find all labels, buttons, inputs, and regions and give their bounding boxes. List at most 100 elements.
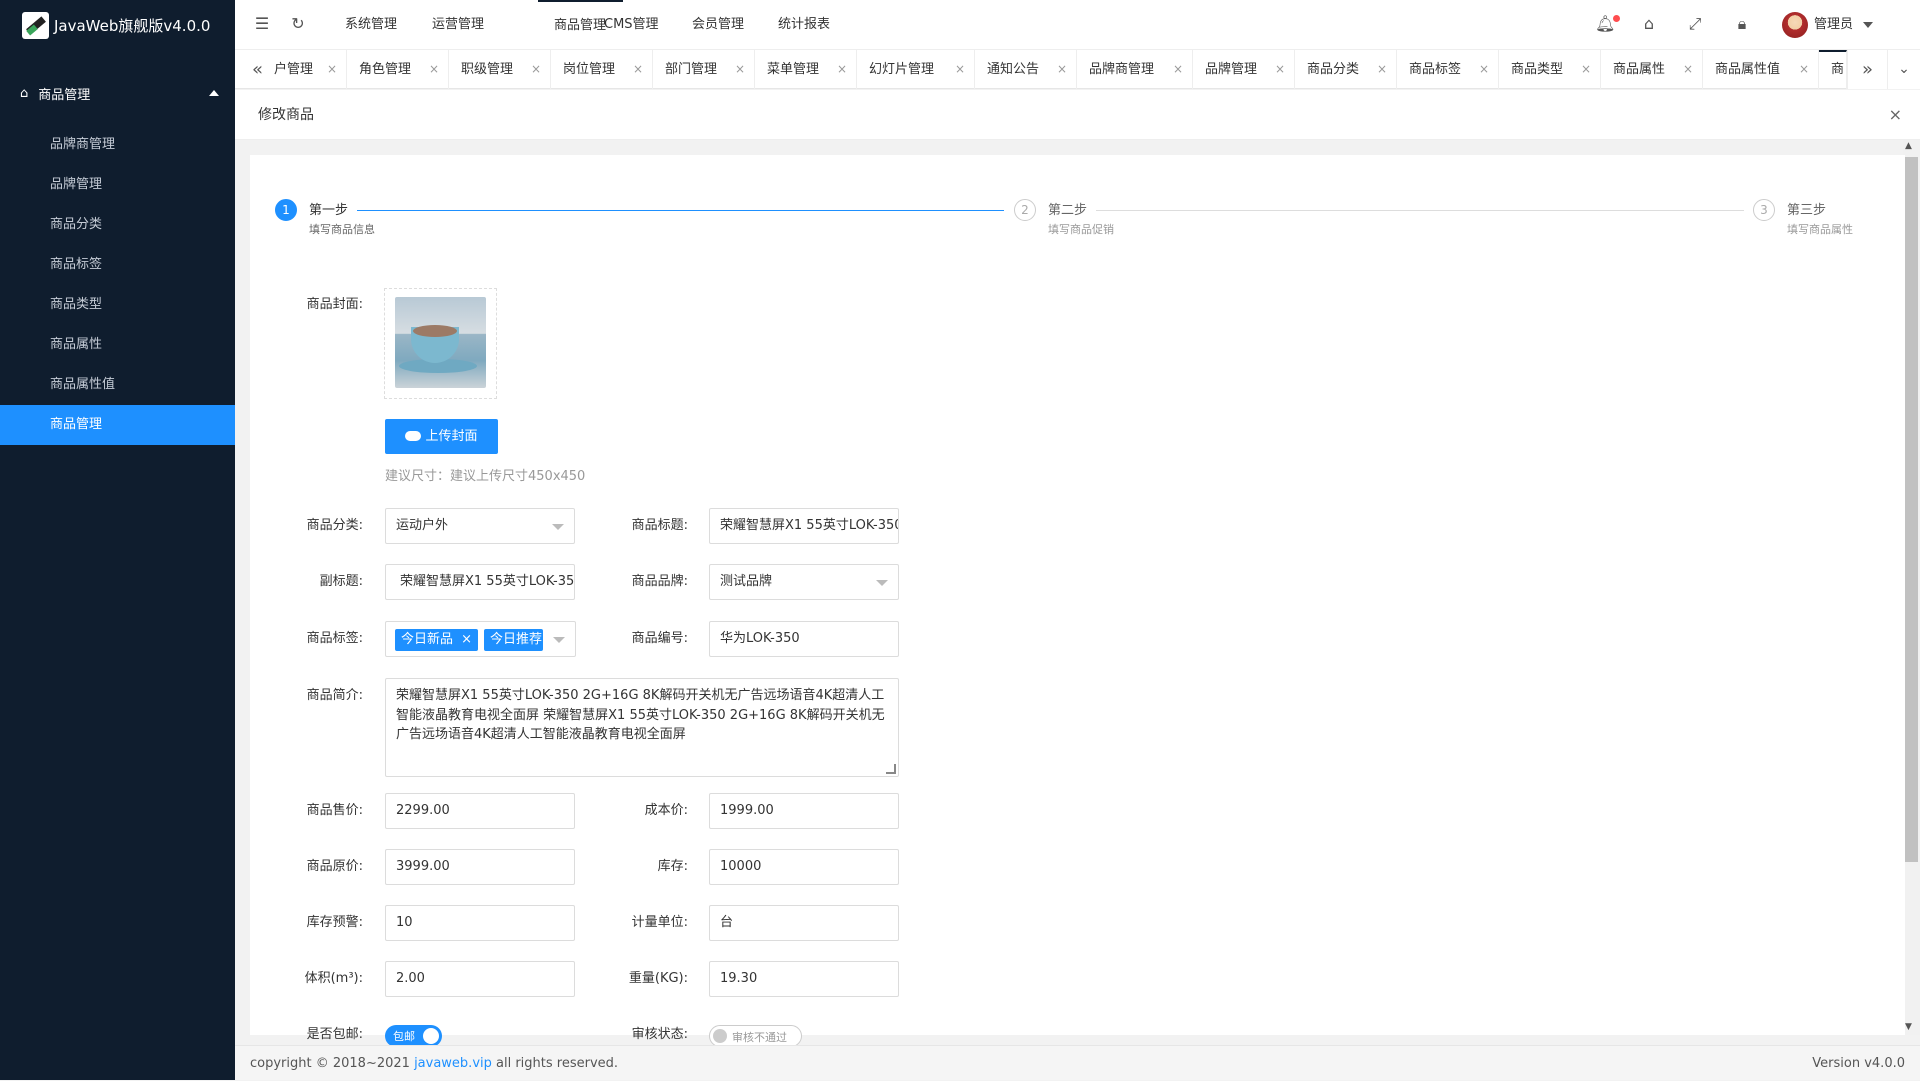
tab-notice[interactable]: 通知公告 ×: [975, 50, 1077, 89]
chevron-down-icon[interactable]: [1863, 22, 1873, 28]
chevron-down-icon: [553, 637, 565, 643]
tab-category[interactable]: 商品分类 ×: [1295, 50, 1397, 89]
content-bottom-edge: [235, 1035, 1903, 1045]
close-icon[interactable]: ×: [1581, 50, 1591, 89]
avatar[interactable]: [1782, 12, 1808, 38]
sidebar-item-tag[interactable]: 商品标签: [0, 245, 235, 285]
unit-field[interactable]: 台: [709, 905, 899, 941]
step-3-desc: 填写商品属性: [1787, 223, 1853, 236]
original-price-field[interactable]: 3999.00: [385, 849, 575, 885]
code-field[interactable]: 华为LOK-350: [709, 621, 899, 657]
close-icon[interactable]: ×: [1479, 50, 1489, 89]
title-field[interactable]: 荣耀智慧屏X1 55英寸LOK-350: [709, 508, 899, 544]
sidebar-item-brand[interactable]: 品牌管理: [0, 165, 235, 205]
close-icon[interactable]: ×: [327, 50, 337, 89]
sidebar-group-header[interactable]: ⌂ 商品管理: [0, 76, 235, 110]
cloud-upload-icon: [405, 431, 422, 441]
tab-role-mgmt[interactable]: 角色管理 ×: [347, 50, 449, 89]
close-icon[interactable]: ×: [461, 632, 472, 647]
close-icon[interactable]: ×: [633, 50, 643, 89]
tabs-scroll-right-icon[interactable]: »: [1847, 50, 1887, 89]
brand-select[interactable]: 测试品牌: [709, 564, 899, 600]
close-icon[interactable]: ×: [735, 50, 745, 89]
fullscreen-icon[interactable]: ⤢: [1685, 14, 1705, 34]
sidebar-item-type[interactable]: 商品类型: [0, 285, 235, 325]
tags-select[interactable]: 今日新品 × 今日推荐: [385, 621, 576, 657]
close-icon[interactable]: ×: [837, 50, 847, 89]
menu-fold-icon[interactable]: ☰: [252, 14, 272, 34]
close-icon[interactable]: ×: [1799, 50, 1809, 89]
nav-member[interactable]: 会员管理: [692, 0, 744, 50]
nav-system[interactable]: 系统管理: [345, 0, 397, 50]
tab-label: 通知公告: [987, 62, 1040, 77]
sidebar-item-attribute-value[interactable]: 商品属性值: [0, 365, 235, 405]
tab-slide-mgmt[interactable]: 幻灯片管理 ×: [857, 50, 975, 89]
tab-menu-mgmt[interactable]: 菜单管理 ×: [755, 50, 857, 89]
nav-cms[interactable]: CMS管理: [604, 0, 659, 50]
weight-field[interactable]: 19.30: [709, 961, 899, 997]
sidebar-item-goods[interactable]: 商品管理: [0, 405, 235, 445]
step-2-title: 第二步: [1048, 203, 1088, 218]
close-icon[interactable]: ×: [1275, 50, 1285, 89]
tab-tag[interactable]: 商品标签 ×: [1397, 50, 1499, 89]
tag-icon[interactable]: ⌂: [1639, 14, 1659, 34]
tab-post-mgmt[interactable]: 岗位管理 ×: [551, 50, 653, 89]
close-icon[interactable]: ×: [955, 50, 965, 89]
tab-user-mgmt[interactable]: 户管理 ×: [262, 50, 347, 89]
tab-brand[interactable]: 品牌管理 ×: [1193, 50, 1295, 89]
brand-label: 商品品牌:: [631, 574, 688, 589]
nav-report[interactable]: 统计报表: [778, 0, 830, 50]
upload-cover-button[interactable]: 上传封面: [385, 419, 498, 454]
tab-attribute[interactable]: 商品属性 ×: [1601, 50, 1703, 89]
site-link[interactable]: javaweb.vip: [414, 1056, 492, 1071]
cover-upload-area[interactable]: [384, 288, 497, 399]
refresh-icon[interactable]: ↻: [288, 14, 308, 34]
price-field[interactable]: 2299.00: [385, 793, 575, 829]
tab-rank-mgmt[interactable]: 职级管理 ×: [449, 50, 551, 89]
app-logo[interactable]: JavaWeb旗舰版v4.0.0: [0, 0, 235, 50]
scroll-up-icon[interactable]: ▲: [1905, 141, 1912, 151]
sidebar-group-label: 商品管理: [38, 87, 91, 103]
stock-label: 库存:: [657, 859, 688, 874]
stock-field[interactable]: 10000: [709, 849, 899, 885]
copyright-text: copyright © 2018~2021: [250, 1056, 410, 1071]
tabs-menu-chevron-icon[interactable]: ⌄: [1887, 50, 1920, 89]
cost-field[interactable]: 1999.00: [709, 793, 899, 829]
tab-label: 商: [1831, 62, 1845, 77]
close-icon[interactable]: ×: [1057, 50, 1067, 89]
close-icon[interactable]: ×: [1683, 50, 1693, 89]
subtitle-field[interactable]: 荣耀智慧屏X1 55英寸LOK-350: [385, 564, 575, 600]
tab-label: 部门管理: [665, 62, 718, 77]
scrollbar-thumb[interactable]: [1905, 157, 1918, 862]
close-icon[interactable]: ×: [1377, 50, 1387, 89]
volume-field[interactable]: 2.00: [385, 961, 575, 997]
weight-label: 重量(KG):: [628, 971, 688, 986]
scroll-down-icon[interactable]: ▼: [1905, 1022, 1912, 1032]
original-price-label: 商品原价:: [306, 859, 363, 874]
user-name[interactable]: 管理员: [1814, 0, 1853, 50]
close-icon[interactable]: ×: [531, 50, 541, 89]
sidebar-item-brand-supplier[interactable]: 品牌商管理: [0, 125, 235, 165]
tab-dept-mgmt[interactable]: 部门管理 ×: [653, 50, 755, 89]
close-icon[interactable]: ×: [1889, 90, 1902, 140]
step-1-desc: 填写商品信息: [309, 223, 375, 236]
tab-type[interactable]: 商品类型 ×: [1499, 50, 1601, 89]
resize-handle-icon[interactable]: [886, 764, 896, 774]
sidebar-item-category[interactable]: 商品分类: [0, 205, 235, 245]
nav-operation[interactable]: 运营管理: [432, 0, 484, 50]
tab-brand-supplier[interactable]: 品牌商管理 ×: [1077, 50, 1193, 89]
upload-cover-label: 上传封面: [425, 429, 478, 444]
lock-icon[interactable]: 🔒︎: [1732, 14, 1752, 34]
intro-textarea[interactable]: 荣耀智慧屏X1 55英寸LOK-350 2G+16G 8K解码开关机无广告远场语…: [385, 678, 899, 777]
tab-label: 职级管理: [461, 62, 514, 77]
tab-attribute-value[interactable]: 商品属性值 ×: [1703, 50, 1819, 89]
close-icon[interactable]: ×: [1173, 50, 1183, 89]
stock-warning-field[interactable]: 10: [385, 905, 575, 941]
bell-icon[interactable]: 🔔︎: [1595, 14, 1615, 34]
close-icon[interactable]: ×: [429, 50, 439, 89]
sidebar-item-attribute[interactable]: 商品属性: [0, 325, 235, 365]
step-1-icon: 1: [275, 199, 297, 221]
category-select[interactable]: 运动户外: [385, 508, 575, 544]
cover-image: [395, 297, 486, 388]
tab-goods-active[interactable]: 商: [1819, 50, 1847, 89]
